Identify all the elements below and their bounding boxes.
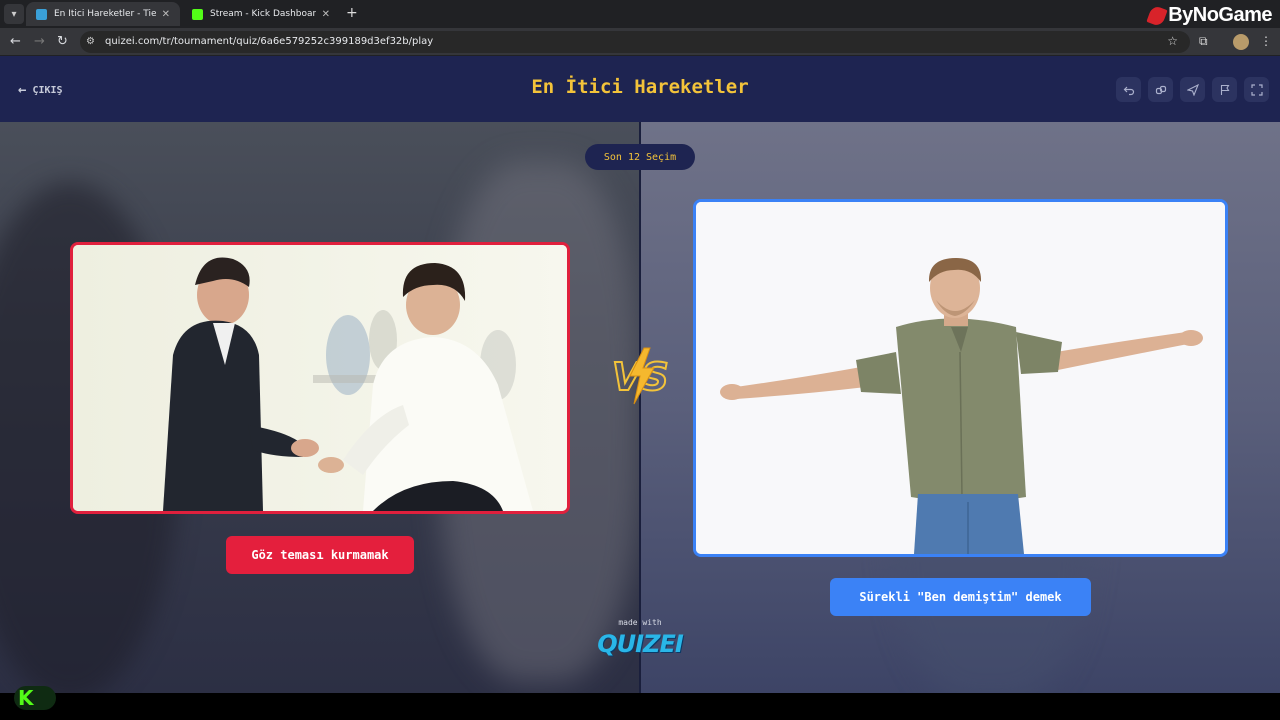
bookmark-star-icon[interactable]: ☆ <box>1167 34 1178 48</box>
browser-tab-active[interactable]: En İtici Hareketler - Tier List, Ko ✕ <box>26 2 180 26</box>
left-choice-image[interactable] <box>70 242 570 514</box>
quizei-logo[interactable]: QUIZEI <box>590 630 690 658</box>
profile-avatar[interactable] <box>1233 34 1249 50</box>
fullscreen-icon <box>1250 83 1263 96</box>
close-tab-icon[interactable]: ✕ <box>322 9 330 20</box>
browser-tab[interactable]: Stream - Kick Dashboard ✕ <box>182 2 340 26</box>
link-icon <box>1155 85 1166 94</box>
reload-icon[interactable]: ↻ <box>57 34 68 50</box>
report-button[interactable] <box>1212 77 1237 102</box>
left-choice-label-button[interactable]: Göz teması kurmamak <box>226 536 414 574</box>
round-indicator: Son 12 Seçim <box>585 144 695 170</box>
flag-icon <box>1220 84 1229 95</box>
bynogame-mark-icon <box>1146 4 1168 27</box>
undo-icon <box>1123 86 1134 95</box>
right-choice-label-button[interactable]: Sürekli "Ben demiştim" demek <box>830 578 1091 616</box>
menu-kebab-icon[interactable]: ⋮ <box>1260 34 1272 48</box>
right-choice-image[interactable] <box>693 199 1228 557</box>
send-icon <box>1186 83 1199 96</box>
man-arms-open-illustration <box>696 202 1225 554</box>
office-conversation-illustration <box>73 245 567 511</box>
tab-title: Stream - Kick Dashboard <box>210 9 316 19</box>
link-button[interactable] <box>1148 77 1173 102</box>
quiz-title: En İtici Hareketler <box>531 76 749 98</box>
quizei-favicon <box>36 8 47 20</box>
center-divider <box>639 122 641 693</box>
browser-tab-bar: ▾ En İtici Hareketler - Tier List, Ko ✕ … <box>0 0 1280 28</box>
kick-k-icon: K <box>18 686 34 710</box>
undo-button[interactable] <box>1116 77 1141 102</box>
close-tab-icon[interactable]: ✕ <box>162 9 170 20</box>
bynogame-logo: ByNoGame <box>1146 4 1272 27</box>
back-icon[interactable]: ← <box>10 34 21 50</box>
share-button[interactable] <box>1180 77 1205 102</box>
forward-icon[interactable]: → <box>34 34 45 50</box>
browser-toolbar: ← → ↻ ⚙ quizei.com/tr/tournament/quiz/6a… <box>0 28 1280 56</box>
address-bar[interactable]: ⚙ quizei.com/tr/tournament/quiz/6a6e5792… <box>80 31 1190 53</box>
fullscreen-button[interactable] <box>1244 77 1269 102</box>
tab-list-button[interactable]: ▾ <box>4 4 24 24</box>
url-text[interactable]: quizei.com/tr/tournament/quiz/6a6e579252… <box>105 36 433 47</box>
kick-overlay-badge: K <box>14 686 56 710</box>
site-info-icon[interactable]: ⚙ <box>86 36 95 47</box>
app-header: ← ÇIKIŞ En İtici Hareketler <box>0 56 1280 122</box>
vs-lightning-icon: VS <box>611 347 670 405</box>
bynogame-text: ByNoGame <box>1168 4 1272 26</box>
kick-favicon <box>192 8 203 20</box>
new-tab-button[interactable]: + <box>346 5 358 21</box>
made-with-text: made with <box>618 618 662 627</box>
matchup-stage: Son 12 Seçim Göz teması kurmamak Sürekli… <box>0 122 1280 693</box>
extensions-icon[interactable]: ⧉ <box>1199 34 1208 49</box>
tab-title: En İtici Hareketler - Tier List, Ko <box>54 9 156 19</box>
quiz-app: ← ÇIKIŞ En İtici Hareketler Son 12 Seçim <box>0 56 1280 693</box>
